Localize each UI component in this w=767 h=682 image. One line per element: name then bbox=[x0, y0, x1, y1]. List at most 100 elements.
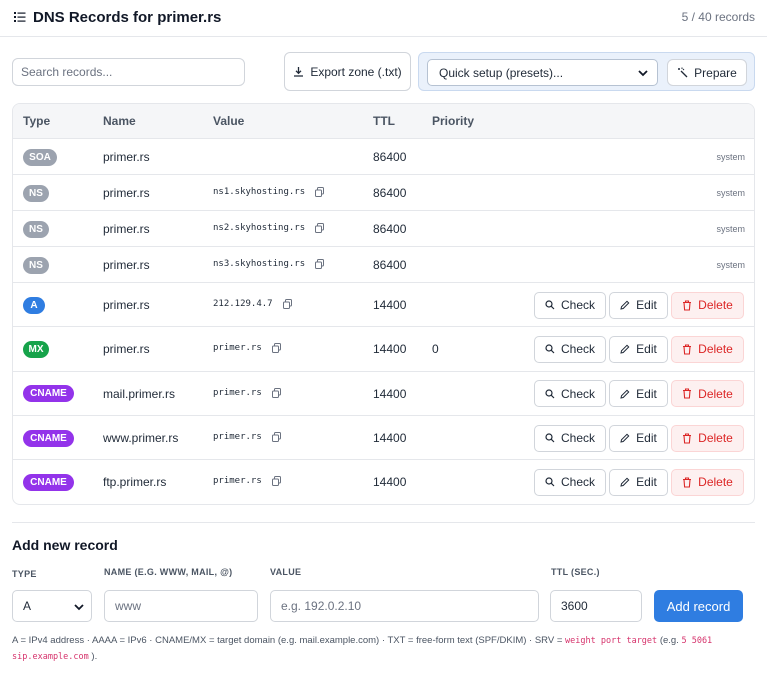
table-row: NS primer.rs ns2.skyhosting.rs 86400 system bbox=[13, 211, 754, 247]
system-label: system bbox=[716, 188, 745, 198]
record-name: primer.rs bbox=[103, 186, 150, 200]
record-value-text: primer.rs bbox=[213, 476, 262, 487]
type-badge: A bbox=[23, 296, 45, 314]
record-name: mail.primer.rs bbox=[103, 386, 176, 401]
record-value: primer.rs bbox=[213, 343, 281, 354]
delete-button[interactable]: Delete bbox=[671, 291, 744, 319]
record-value: ns3.skyhosting.rs bbox=[213, 259, 325, 269]
record-value: 212.129.4.7 bbox=[213, 299, 292, 310]
record-ttl: 14400 bbox=[373, 431, 407, 446]
edit-label: Edit bbox=[636, 298, 657, 313]
chevron-down-icon bbox=[638, 70, 648, 77]
search-icon bbox=[545, 433, 555, 443]
copy-icon[interactable] bbox=[271, 343, 281, 354]
preset-select[interactable]: Quick setup (presets)... bbox=[427, 59, 658, 86]
ttl-field[interactable] bbox=[550, 590, 642, 622]
value-label: VALUE bbox=[270, 567, 302, 577]
type-badge: NS bbox=[23, 184, 49, 202]
record-ttl: 14400 bbox=[373, 298, 407, 313]
record-ttl: 86400 bbox=[373, 150, 407, 164]
edit-label: Edit bbox=[636, 386, 657, 401]
delete-label: Delete bbox=[698, 431, 733, 446]
edit-label: Edit bbox=[636, 342, 657, 357]
record-value-text: primer.rs bbox=[213, 387, 262, 398]
table-row: SOA primer.rs 86400 system bbox=[13, 139, 754, 175]
system-label: system bbox=[716, 224, 745, 234]
search-icon bbox=[545, 300, 555, 310]
copy-icon[interactable] bbox=[271, 387, 281, 398]
value-field[interactable] bbox=[270, 590, 539, 622]
add-record-title: Add new record bbox=[12, 537, 118, 553]
check-label: Check bbox=[560, 475, 595, 490]
type-selected-value: A bbox=[23, 599, 32, 613]
check-button[interactable]: Check bbox=[534, 380, 606, 408]
check-button[interactable]: Check bbox=[534, 468, 606, 496]
prepare-label: Prepare bbox=[694, 65, 737, 80]
page-header: DNS Records for primer.rs 5 / 40 records bbox=[0, 0, 767, 37]
help-text: A = IPv4 address · AAAA = IPv6 · CNAME/M… bbox=[12, 633, 757, 665]
type-badge: CNAME bbox=[23, 429, 74, 447]
check-button[interactable]: Check bbox=[534, 335, 606, 363]
record-count: 5 / 40 records bbox=[681, 10, 755, 24]
copy-icon[interactable] bbox=[271, 432, 281, 443]
edit-button[interactable]: Edit bbox=[609, 335, 668, 363]
section-divider bbox=[12, 522, 755, 523]
record-name: primer.rs bbox=[103, 222, 150, 236]
table-row: CNAME www.primer.rs primer.rs 14400 Check E… bbox=[13, 416, 754, 461]
delete-label: Delete bbox=[698, 475, 733, 490]
copy-icon[interactable] bbox=[282, 299, 292, 310]
name-label: NAME (E.G. WWW, MAIL, @) bbox=[104, 567, 233, 577]
type-badge: MX bbox=[23, 340, 49, 358]
check-label: Check bbox=[560, 431, 595, 446]
copy-icon[interactable] bbox=[271, 476, 281, 487]
edit-label: Edit bbox=[636, 431, 657, 446]
delete-button[interactable]: Delete bbox=[671, 468, 744, 496]
delete-button[interactable]: Delete bbox=[671, 380, 744, 408]
record-value: primer.rs bbox=[213, 476, 281, 487]
check-label: Check bbox=[560, 298, 595, 313]
edit-button[interactable]: Edit bbox=[609, 380, 668, 408]
search-input[interactable] bbox=[12, 58, 245, 86]
dns-records-table: Type Name Value TTL Priority SOA primer.r… bbox=[12, 103, 755, 505]
edit-button[interactable]: Edit bbox=[609, 291, 668, 319]
add-record-button[interactable]: Add record bbox=[654, 590, 743, 622]
column-value: Value bbox=[213, 114, 245, 128]
record-value-text: primer.rs bbox=[213, 343, 262, 354]
check-button[interactable]: Check bbox=[534, 291, 606, 319]
magic-wand-icon bbox=[678, 67, 688, 78]
record-name: www.primer.rs bbox=[103, 431, 179, 446]
help-eg-open: (e.g. bbox=[659, 635, 679, 646]
name-field[interactable] bbox=[104, 590, 258, 622]
copy-icon[interactable] bbox=[315, 223, 325, 233]
prepare-button[interactable]: Prepare bbox=[667, 59, 747, 86]
table-row: CNAME mail.primer.rs primer.rs 14400 Check … bbox=[13, 372, 754, 416]
edit-button[interactable]: Edit bbox=[609, 424, 668, 452]
record-value: primer.rs bbox=[213, 432, 281, 443]
search-icon bbox=[545, 477, 555, 487]
type-badge: CNAME bbox=[23, 473, 74, 491]
type-select[interactable]: A bbox=[12, 590, 92, 622]
edit-button[interactable]: Edit bbox=[609, 468, 668, 496]
record-name: ftp.primer.rs bbox=[103, 475, 167, 490]
help-description: A = IPv4 address · AAAA = IPv6 · CNAME/M… bbox=[12, 635, 563, 646]
column-name: Name bbox=[103, 114, 136, 128]
check-button[interactable]: Check bbox=[534, 424, 606, 452]
chevron-down-icon bbox=[74, 604, 84, 611]
trash-icon bbox=[683, 432, 692, 444]
pencil-icon bbox=[620, 300, 630, 310]
copy-icon[interactable] bbox=[315, 259, 325, 269]
delete-button[interactable]: Delete bbox=[671, 424, 744, 452]
record-value-text: primer.rs bbox=[213, 432, 262, 443]
record-ttl: 14400 bbox=[373, 475, 407, 490]
pencil-icon bbox=[620, 389, 630, 399]
export-zone-button[interactable]: Export zone (.txt) bbox=[284, 52, 411, 91]
type-badge: CNAME bbox=[23, 385, 74, 403]
copy-icon[interactable] bbox=[315, 187, 325, 197]
type-badge: NS bbox=[23, 220, 49, 238]
help-eg-close: ). bbox=[91, 651, 98, 662]
trash-icon bbox=[683, 388, 692, 399]
delete-label: Delete bbox=[698, 386, 733, 401]
record-ttl: 86400 bbox=[373, 222, 407, 236]
list-icon bbox=[14, 12, 26, 22]
delete-button[interactable]: Delete bbox=[671, 335, 744, 363]
